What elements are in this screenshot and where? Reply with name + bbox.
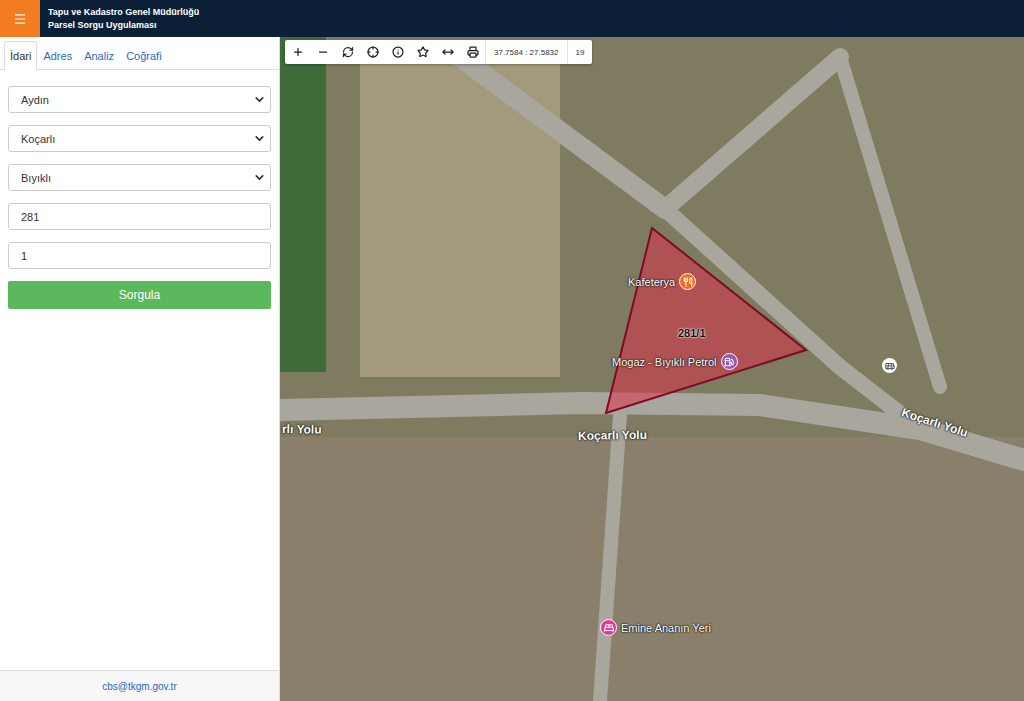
menu-icon xyxy=(13,12,27,26)
tool-button[interactable] xyxy=(385,40,410,64)
tab[interactable]: Adres xyxy=(37,41,78,70)
query-form: Aydın Koçarlı Bıyıklı 281 1 Sorgula xyxy=(0,70,279,309)
poi-icon[interactable] xyxy=(679,273,696,290)
poi-label[interactable]: Mogaz - Bıyıklı Petrol xyxy=(612,353,738,370)
coordinates: 37.7584 : 27.5832 xyxy=(485,40,567,64)
app-title: Tapu ve Kadastro Genel MüdürlüğüParsel S… xyxy=(40,0,199,37)
parcel-label: 281/1 xyxy=(678,327,706,339)
text-field[interactable]: 281 xyxy=(8,203,271,230)
tool-button[interactable] xyxy=(410,40,435,64)
parcel-polygon[interactable] xyxy=(606,228,806,413)
tab[interactable]: Analiz xyxy=(78,41,120,70)
sidebar: İdariAdresAnalizCoğrafi Aydın Koçarlı Bıyık… xyxy=(0,37,280,701)
zoom-level: 19 xyxy=(567,40,593,64)
chevron-down-icon xyxy=(253,132,266,145)
chevron-down-icon xyxy=(253,93,266,106)
poi-label[interactable]: Kafeterya xyxy=(628,273,696,290)
map-imagery xyxy=(280,37,1024,701)
tab[interactable]: İdari xyxy=(4,41,37,70)
tab[interactable]: Coğrafi xyxy=(120,41,167,70)
select-field[interactable]: Aydın xyxy=(8,86,271,113)
select-field[interactable]: Koçarlı xyxy=(8,125,271,152)
submit-button[interactable]: Sorgula xyxy=(8,281,271,309)
menu-button[interactable] xyxy=(0,0,40,37)
poi-icon[interactable] xyxy=(600,619,617,636)
tool-button[interactable] xyxy=(360,40,385,64)
measure-icon xyxy=(442,46,454,58)
tool-button[interactable] xyxy=(460,40,485,64)
tool-button[interactable] xyxy=(310,40,335,64)
locate-icon xyxy=(367,46,379,58)
tool-button[interactable] xyxy=(335,40,360,64)
title: Tapu ve Kadastro Genel Müdürlüğü xyxy=(48,6,199,19)
chevron-down-icon xyxy=(253,171,266,184)
subtitle: Parsel Sorgu Uygulaması xyxy=(48,19,199,32)
app: Tapu ve Kadastro Genel MüdürlüğüParsel S… xyxy=(0,0,1024,701)
zoom-out-icon xyxy=(317,46,329,58)
footer-email[interactable]: cbs@tkgm.gov.tr xyxy=(0,670,279,701)
bus-stop-icon[interactable] xyxy=(882,358,897,373)
favorite-icon xyxy=(417,46,429,58)
poi-label[interactable]: Emine Ananın Yeri xyxy=(600,619,711,636)
road-label: Koçarlı Yolu xyxy=(578,428,647,443)
tab-bar: İdariAdresAnalizCoğrafi xyxy=(0,37,279,70)
road-label: rlı Yolu xyxy=(282,422,322,437)
map[interactable]: 37.7584 : 27.583219 281/1 rlı Yolu Koçarlı … xyxy=(280,37,1024,701)
select-field[interactable]: Bıyıklı xyxy=(8,164,271,191)
map-toolbar: 37.7584 : 27.583219 xyxy=(285,40,592,64)
header: Tapu ve Kadastro Genel MüdürlüğüParsel S… xyxy=(0,0,1024,37)
body: İdariAdresAnalizCoğrafi Aydın Koçarlı Bıyık… xyxy=(0,37,1024,701)
tool-button[interactable] xyxy=(435,40,460,64)
refresh-icon xyxy=(342,46,354,58)
info-icon xyxy=(392,46,404,58)
print-icon xyxy=(467,46,479,58)
poi-icon[interactable] xyxy=(721,353,738,370)
text-field[interactable]: 1 xyxy=(8,242,271,269)
tool-button[interactable] xyxy=(285,40,310,64)
zoom-in-icon xyxy=(292,46,304,58)
